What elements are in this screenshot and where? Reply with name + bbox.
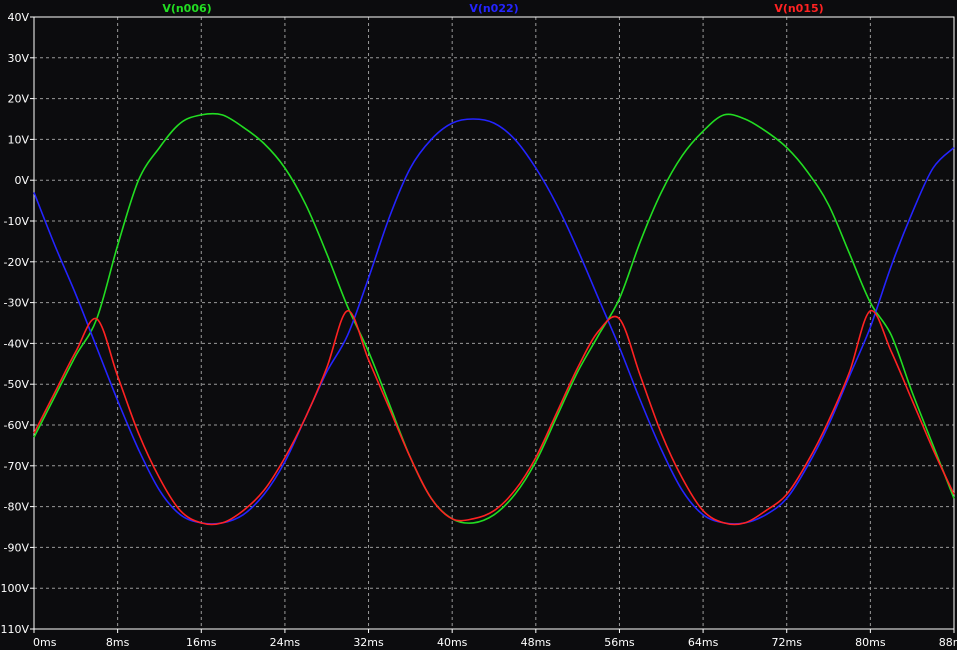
x-tick-label: 56ms <box>604 636 635 649</box>
x-tick-label: 72ms <box>772 636 803 649</box>
y-tick-label: -110V <box>0 623 29 636</box>
y-tick-label: 40V <box>7 11 29 24</box>
x-tick-label: 8ms <box>106 636 130 649</box>
x-tick-label: 16ms <box>186 636 217 649</box>
x-tick-label: 80ms <box>855 636 886 649</box>
y-tick-label: -60V <box>4 419 30 432</box>
legend-entry[interactable]: V(n022) <box>469 2 518 15</box>
y-tick-label: -30V <box>4 297 30 310</box>
y-tick-label: -70V <box>4 460 30 473</box>
waveform-plot: 40V 30V 20V 10V 0V -10V -20V -30V -40V -50V -60V -7… <box>0 0 957 650</box>
x-tick-label: 48ms <box>521 636 552 649</box>
y-tick-label: -20V <box>4 256 30 269</box>
y-tick-label: 20V <box>7 93 29 106</box>
legend-entry[interactable]: V(n015) <box>774 2 823 15</box>
x-tick-label: 32ms <box>353 636 384 649</box>
y-tick-label: -100V <box>0 582 29 595</box>
x-tick-label: 24ms <box>270 636 301 649</box>
y-tick-label: 0V <box>14 174 29 187</box>
legend-entry[interactable]: V(n006) <box>162 2 211 15</box>
plot-background <box>0 0 957 650</box>
y-tick-label: -80V <box>4 501 30 514</box>
y-tick-label: -50V <box>4 378 30 391</box>
y-tick-label: -40V <box>4 337 30 350</box>
x-tick-label: 0ms <box>33 636 57 649</box>
x-tick-label: 88ms <box>939 636 957 649</box>
y-tick-label: -90V <box>4 541 30 554</box>
y-tick-label: 30V <box>7 52 29 65</box>
x-tick-label: 64ms <box>688 636 719 649</box>
x-tick-label: 40ms <box>437 636 468 649</box>
y-tick-label: -10V <box>4 215 30 228</box>
y-tick-label: 10V <box>7 133 29 146</box>
